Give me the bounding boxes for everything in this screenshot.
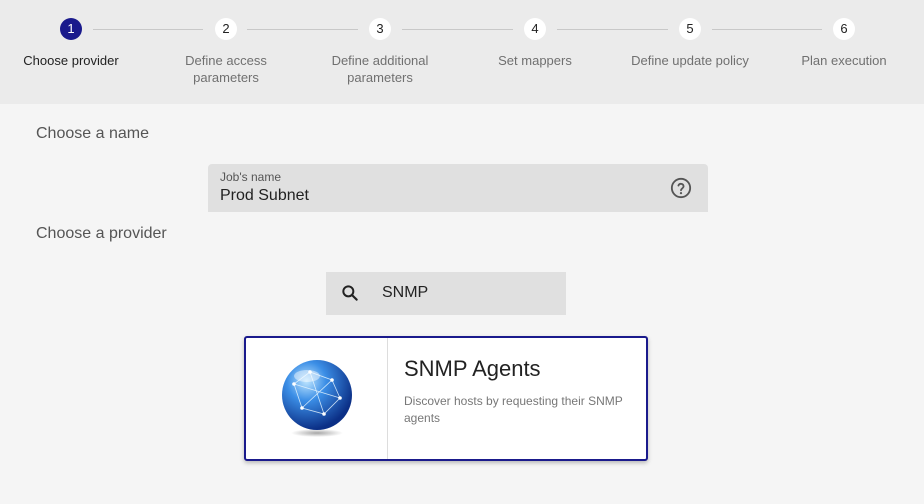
step-define-update-policy[interactable]: 5 Define update policy [615, 18, 765, 69]
step-set-mappers[interactable]: 4 Set mappers [460, 18, 610, 69]
step-define-access-parameters[interactable]: 2 Define access parameters [151, 18, 301, 86]
step-number: 6 [833, 18, 855, 40]
step-plan-execution[interactable]: 6 Plan execution [769, 18, 919, 69]
provider-card-snmp-agents[interactable]: SNMP Agents Discover hosts by requesting… [244, 336, 648, 461]
choose-name-heading: Choose a name [36, 125, 149, 142]
step-label: Define update policy [631, 53, 749, 68]
job-name-input[interactable]: Prod Subnet [220, 187, 309, 205]
choose-provider-heading: Choose a provider [36, 225, 167, 242]
step-choose-provider[interactable]: 1 Choose provider [0, 18, 146, 69]
step-number: 4 [524, 18, 546, 40]
provider-card-image [246, 338, 388, 459]
step-number: 1 [60, 18, 82, 40]
provider-search-input[interactable]: SNMP [382, 284, 428, 302]
step-label: Define additional parameters [331, 53, 429, 85]
provider-card-title: SNMP Agents [404, 356, 541, 381]
stepper: 1 Choose provider 2 Define access parame… [0, 0, 924, 104]
step-label: Define access parameters [185, 53, 267, 85]
globe-network-icon [282, 360, 352, 437]
search-icon [342, 285, 358, 301]
job-name-field[interactable]: Job's name Prod Subnet [208, 164, 708, 212]
step-number: 5 [679, 18, 701, 40]
step-number: 3 [369, 18, 391, 40]
provider-search-field[interactable]: SNMP [326, 272, 566, 315]
step-define-additional-parameters[interactable]: 3 Define additional parameters [305, 18, 455, 86]
help-circle-icon[interactable] [670, 177, 692, 199]
job-name-label: Job's name [220, 170, 281, 184]
step-number: 2 [215, 18, 237, 40]
step-label: Choose provider [23, 53, 119, 68]
step-label: Set mappers [498, 53, 572, 68]
provider-card-description: Discover hosts by requesting their SNMP … [404, 394, 623, 425]
step-label: Plan execution [801, 53, 887, 68]
